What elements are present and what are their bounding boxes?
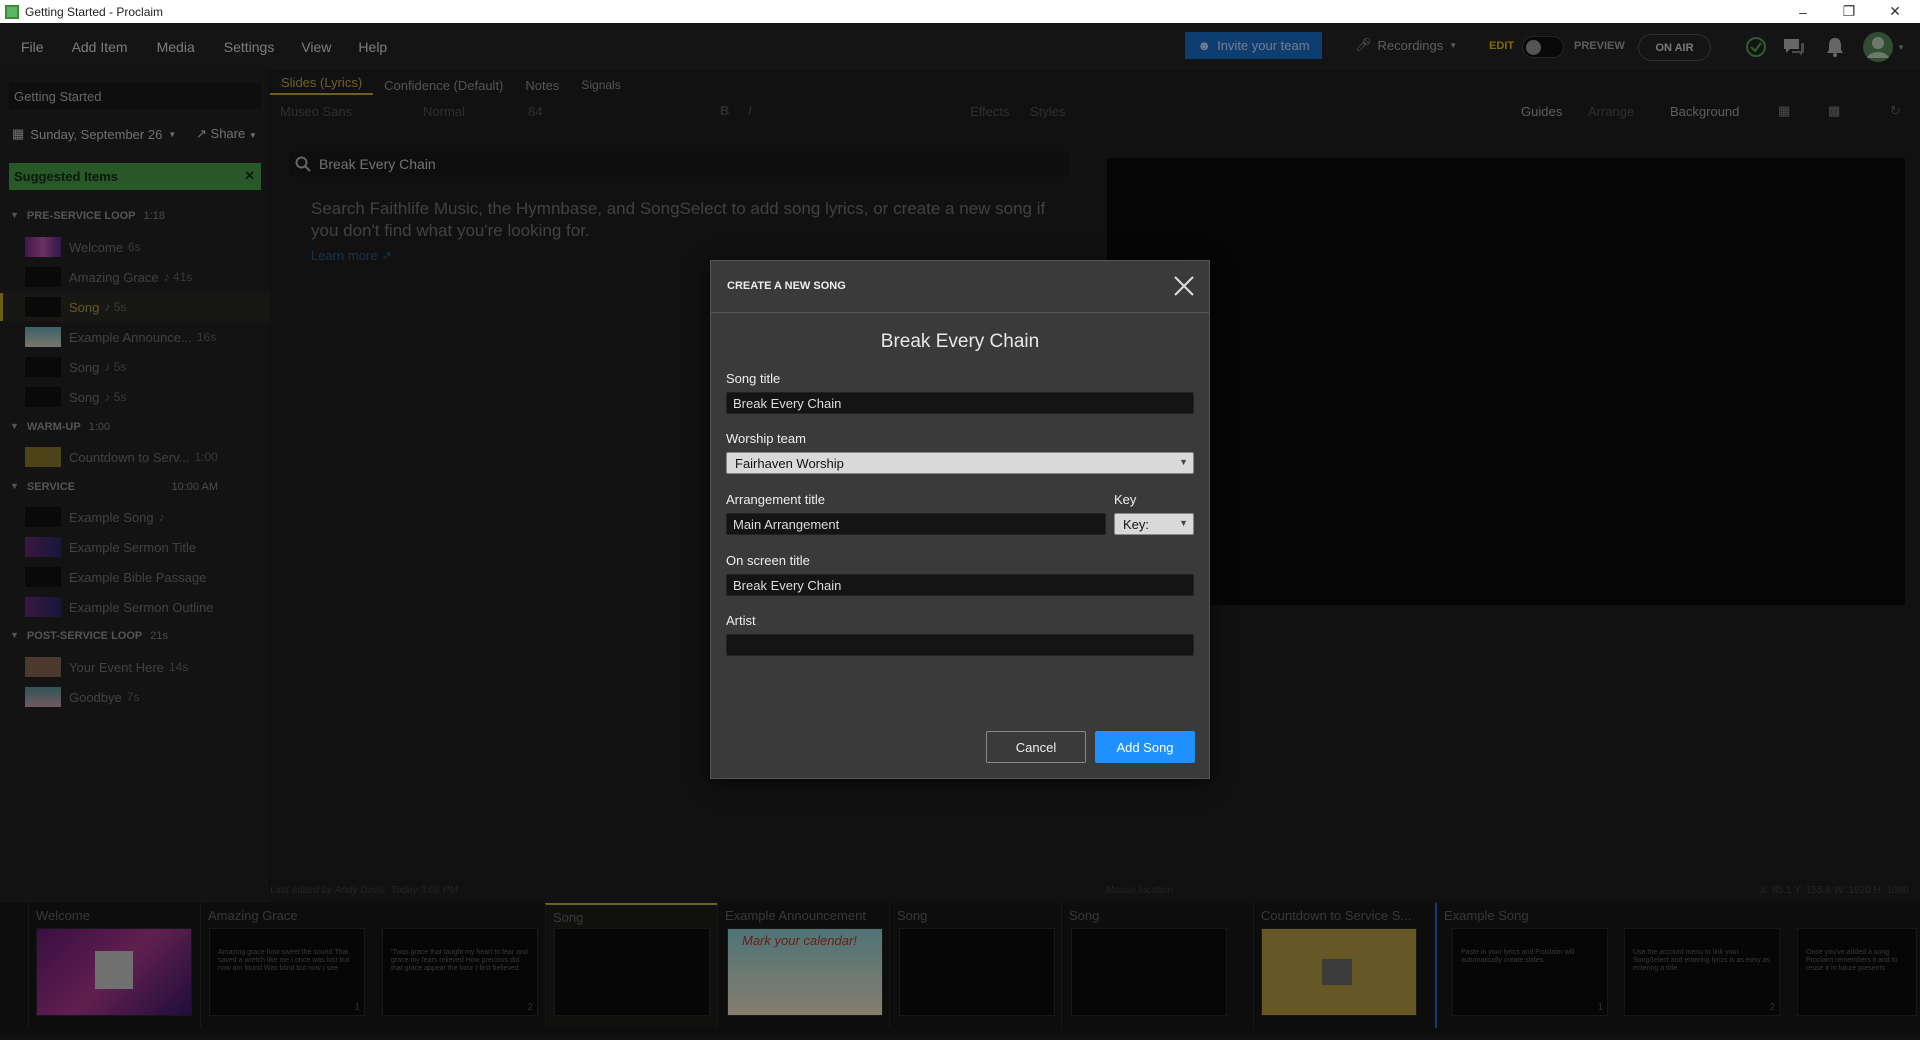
- song-title-label: Song title: [726, 371, 781, 386]
- artist-label: Artist: [726, 613, 756, 628]
- dialog-title: CREATE A NEW SONG: [727, 280, 846, 292]
- proclaim-logo-icon: [5, 4, 19, 19]
- proclaim-app: Getting Started - Proclaim – ❐ ✕ File Ad…: [0, 0, 1920, 1040]
- chevron-down-icon: ▼: [1179, 457, 1188, 467]
- chevron-down-icon: ▼: [1179, 518, 1188, 528]
- on-screen-title-label: On screen title: [726, 553, 810, 568]
- cancel-button[interactable]: Cancel: [986, 731, 1086, 763]
- on-screen-title-input[interactable]: Break Every Chain: [726, 574, 1194, 596]
- worship-team-label: Worship team: [726, 431, 806, 446]
- close-window-button[interactable]: ✕: [1872, 0, 1918, 23]
- artist-input[interactable]: [726, 634, 1194, 656]
- create-song-dialog: CREATE A NEW SONG Break Every Chain Song…: [710, 260, 1210, 779]
- restore-button[interactable]: ❐: [1826, 0, 1872, 23]
- song-title-input[interactable]: Break Every Chain: [726, 392, 1194, 414]
- worship-team-select[interactable]: Fairhaven Worship ▼: [726, 452, 1194, 474]
- song-heading: Break Every Chain: [880, 331, 1040, 352]
- add-song-button[interactable]: Add Song: [1095, 731, 1195, 763]
- minimize-button[interactable]: –: [1780, 0, 1826, 23]
- title-bar: Getting Started - Proclaim – ❐ ✕: [0, 0, 1920, 23]
- arrangement-title-label: Arrangement title: [726, 492, 825, 507]
- arrangement-title-input[interactable]: Main Arrangement: [726, 513, 1106, 535]
- window-title: Getting Started - Proclaim: [25, 4, 164, 19]
- close-icon[interactable]: [1172, 274, 1196, 298]
- key-select[interactable]: Key: ▼: [1114, 513, 1194, 535]
- key-label: Key: [1114, 492, 1137, 507]
